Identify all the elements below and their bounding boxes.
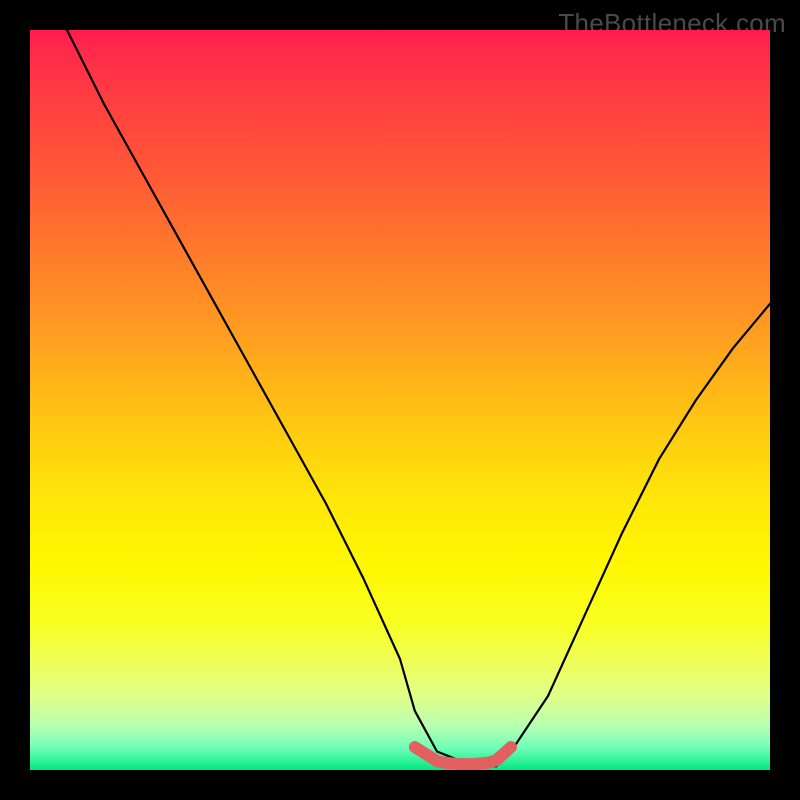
- curve-layer: [30, 30, 770, 770]
- plot-area: [30, 30, 770, 770]
- optimal-range-marker: [415, 747, 511, 764]
- chart-frame: TheBottleneck.com: [0, 0, 800, 800]
- bottleneck-curve: [67, 30, 770, 766]
